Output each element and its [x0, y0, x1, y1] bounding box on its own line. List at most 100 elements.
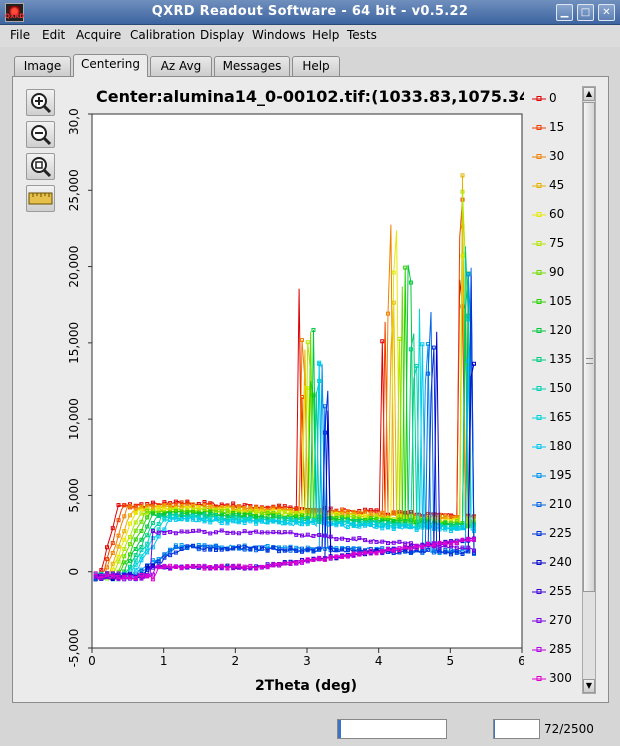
grip-icon: [586, 358, 593, 364]
legend-marker-icon: [532, 328, 546, 333]
legend-label: 45: [549, 178, 565, 192]
y-tick-label: 5,000: [67, 478, 81, 512]
legend-marker-icon: [532, 560, 546, 565]
minimize-button[interactable]: ▁: [556, 4, 573, 21]
y-tick-label: 30,000: [67, 108, 81, 135]
legend-label: 240: [549, 555, 572, 569]
y-axis-tick-labels: -5,000 0 5,000 10,000 15,000 20,000 25,000 30,0…: [67, 108, 92, 667]
x-tick-label: 1: [160, 654, 168, 668]
legend-marker-icon: [532, 241, 546, 246]
legend-marker-icon: [532, 212, 546, 217]
legend-swatch: [532, 151, 546, 161]
scroll-down-button[interactable]: ▼: [583, 679, 595, 693]
chart-title: Center:alumina14_0-00102.tif:(1033.83,10…: [96, 87, 544, 106]
menu-windows[interactable]: Windows: [252, 28, 306, 42]
menu-file[interactable]: File: [10, 28, 30, 42]
legend-marker-icon: [532, 589, 546, 594]
legend-marker-icon: [532, 357, 546, 362]
tab-help[interactable]: Help: [292, 56, 340, 76]
x-tick-label: 5: [447, 654, 455, 668]
arrow-down-icon: ▼: [585, 681, 593, 690]
menu-bar: File Edit Acquire Calibration Display Wi…: [0, 25, 620, 47]
y-tick-label: 20,000: [67, 246, 81, 288]
legend-label: 120: [549, 323, 572, 337]
legend-marker-icon: [532, 676, 546, 681]
close-button[interactable]: ✕: [598, 4, 615, 21]
legend-swatch: [532, 238, 546, 248]
tab-messages[interactable]: Messages: [214, 56, 290, 76]
zoom-in-icon: [31, 93, 52, 114]
legend-label: 135: [549, 352, 572, 366]
legend-label: 270: [549, 613, 572, 627]
legend-swatch: [532, 383, 546, 393]
legend-swatch: [532, 470, 546, 480]
legend-marker-icon: [532, 502, 546, 507]
legend-swatch: [532, 528, 546, 538]
tab-centering[interactable]: Centering: [73, 54, 148, 77]
zoom-in-button[interactable]: [26, 89, 55, 116]
window-title: QXRD Readout Software - 64 bit - v0.5.22: [151, 4, 469, 19]
legend-marker-icon: [532, 444, 546, 449]
y-tick-label: 10,000: [67, 398, 81, 440]
legend-marker-icon: [532, 647, 546, 652]
legend-marker-icon: [532, 154, 546, 159]
scroll-thumb[interactable]: [583, 102, 595, 592]
legend-label: 30: [549, 149, 565, 163]
x-axis: 0123456: [88, 648, 524, 668]
legend-marker-icon: [532, 386, 546, 391]
zoom-fit-button[interactable]: [26, 153, 55, 180]
measure-button[interactable]: [26, 185, 55, 212]
legend-swatch: [532, 673, 546, 683]
maximize-button[interactable]: □: [577, 4, 594, 21]
legend-marker-icon: [532, 473, 546, 478]
tab-az-avg[interactable]: Az Avg: [150, 56, 212, 76]
ruler-icon: [28, 192, 53, 205]
progress-bar-1: [337, 719, 447, 739]
legend-label: 150: [549, 381, 572, 395]
legend-scrollbar[interactable]: ▲ ▼: [582, 86, 596, 694]
zoom-out-icon: [31, 125, 52, 146]
legend-marker-icon: [532, 270, 546, 275]
legend-marker-icon: [532, 125, 546, 130]
legend-swatch: [532, 325, 546, 335]
y-tick-label: 25,000: [67, 169, 81, 211]
zoom-fit-icon: [31, 157, 52, 178]
x-tick-label: 4: [375, 654, 383, 668]
menu-edit[interactable]: Edit: [42, 28, 65, 42]
x-tick-label: 2: [232, 654, 240, 668]
progress-fill-1: [338, 720, 342, 738]
tab-image[interactable]: Image: [14, 56, 71, 76]
plot-area[interactable]: -5,000 0 5,000 10,000 15,000 20,000 25,000 30,0…: [60, 108, 524, 700]
legend-swatch: [532, 93, 546, 103]
legend-swatch: [532, 209, 546, 219]
maximize-icon: □: [580, 7, 591, 18]
x-tick-label: 3: [303, 654, 311, 668]
legend-swatch: [532, 615, 546, 625]
legend-swatch: [532, 557, 546, 567]
zoom-out-button[interactable]: [26, 121, 55, 148]
legend-swatch: [532, 180, 546, 190]
legend-swatch: [532, 412, 546, 422]
menu-tests[interactable]: Tests: [347, 28, 377, 42]
legend-swatch: [532, 644, 546, 654]
legend-swatch: [532, 441, 546, 451]
legend-label: 0: [549, 91, 557, 105]
scroll-up-button[interactable]: ▲: [583, 87, 595, 101]
progress-fill-2: [494, 720, 496, 738]
menu-help[interactable]: Help: [312, 28, 339, 42]
arrow-up-icon: ▲: [585, 89, 593, 98]
menu-calibration[interactable]: Calibration: [130, 28, 195, 42]
legend-label: 285: [549, 642, 572, 656]
legend-label: 180: [549, 439, 572, 453]
status-count: 72/2500: [544, 722, 594, 736]
app-icon-label: QXRD: [4, 13, 25, 20]
close-icon: ✕: [602, 7, 611, 18]
legend-label: 225: [549, 526, 572, 540]
menu-display[interactable]: Display: [200, 28, 244, 42]
legend-label: 255: [549, 584, 572, 598]
y-tick-label: 15,000: [67, 322, 81, 364]
legend: 0 15 30 45 60 75 90 105 120 135 150 165 180 195 210 225…: [524, 86, 582, 696]
legend-marker-icon: [532, 415, 546, 420]
menu-acquire[interactable]: Acquire: [76, 28, 121, 42]
legend-marker-icon: [532, 183, 546, 188]
